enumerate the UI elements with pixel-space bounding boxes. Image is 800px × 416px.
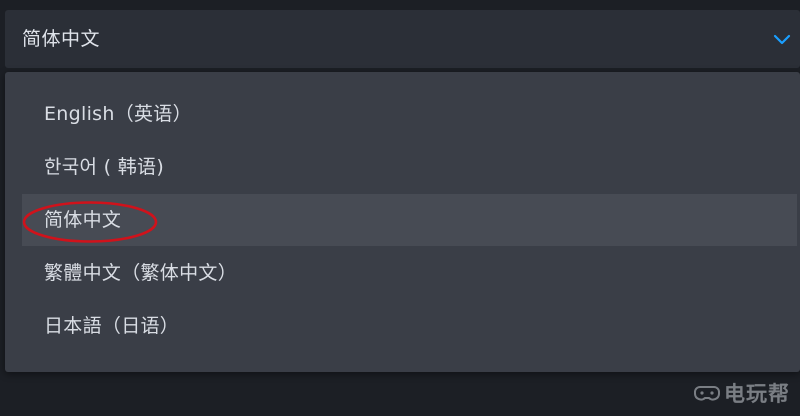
watermark-text: 电玩帮 bbox=[724, 382, 790, 406]
language-dropdown-menu: English（英语） 한국어 ( 韩语) 简体中文 繁體中文（繁体中文） 日本… bbox=[5, 72, 800, 372]
language-option-label: 简体中文 bbox=[44, 209, 122, 231]
language-option-label: 한국어 ( 韩语) bbox=[44, 156, 165, 178]
language-option-japanese[interactable]: 日本語（日语） bbox=[22, 300, 797, 352]
selected-language: 简体中文 bbox=[22, 28, 101, 50]
language-selector-screen: 简体中文 English（英语） 한국어 ( 韩语) 简体中文 繁體中文（繁体中… bbox=[0, 0, 800, 416]
language-dropdown[interactable]: 简体中文 bbox=[5, 10, 800, 68]
language-option-label: 日本語（日语） bbox=[44, 315, 180, 337]
language-option-english[interactable]: English（英语） bbox=[22, 88, 797, 140]
language-option-label: English（英语） bbox=[44, 103, 192, 125]
language-option-label: 繁體中文（繁体中文） bbox=[44, 262, 238, 284]
game-controller-icon bbox=[694, 386, 720, 401]
language-option-traditional-chinese[interactable]: 繁體中文（繁体中文） bbox=[22, 247, 797, 299]
language-option-simplified-chinese[interactable]: 简体中文 bbox=[22, 194, 797, 246]
language-option-korean[interactable]: 한국어 ( 韩语) bbox=[22, 141, 797, 193]
watermark: 电玩帮 bbox=[694, 380, 790, 406]
chevron-down-icon[interactable] bbox=[773, 34, 791, 46]
